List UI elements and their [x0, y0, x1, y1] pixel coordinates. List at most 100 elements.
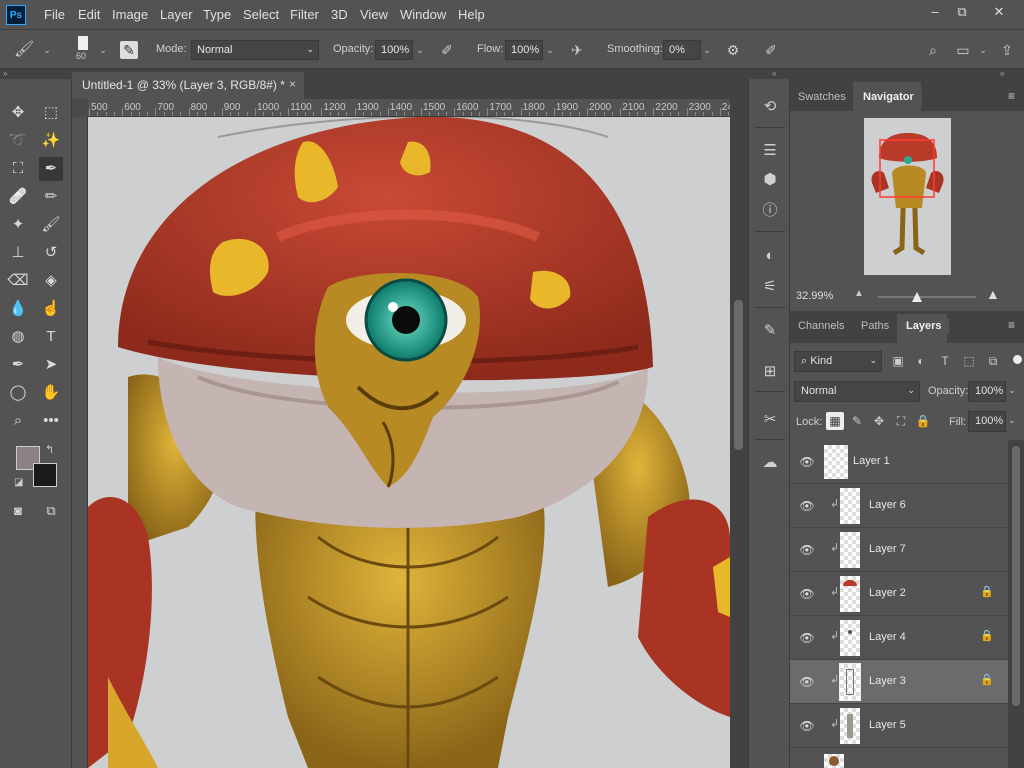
brush-size-preview[interactable]: 60: [76, 36, 90, 62]
move-tool-icon[interactable]: ✥: [6, 101, 30, 125]
layer-filter-select[interactable]: ⌕ Kind ⌄: [794, 351, 882, 372]
tab-channels[interactable]: Channels: [790, 318, 852, 334]
eraser-tool-icon[interactable]: ⌫: [6, 269, 30, 293]
dodge-tool-icon[interactable]: ◍: [6, 325, 30, 349]
menu-edit[interactable]: Edit: [78, 7, 100, 22]
ellipse-tool-icon[interactable]: ◯: [6, 381, 30, 405]
3d-icon[interactable]: ⬢: [758, 168, 782, 192]
brushes-icon[interactable]: ✎: [758, 319, 782, 343]
lock-position-icon[interactable]: ✥: [870, 412, 888, 430]
default-colors-icon[interactable]: ◪: [14, 477, 23, 488]
filter-type-icon[interactable]: T: [936, 352, 954, 370]
close-window-button[interactable]: ✕: [988, 4, 1010, 22]
zoom-tool-icon[interactable]: ⌕: [6, 409, 30, 433]
document-canvas[interactable]: [88, 117, 730, 768]
collapse-strip-icon[interactable]: «: [772, 69, 776, 79]
workspace-icon[interactable]: ▭: [954, 41, 972, 59]
magic-wand-tool-icon[interactable]: ✨: [39, 129, 63, 153]
brush-preset-chevron-icon[interactable]: ⌄: [40, 40, 54, 60]
info-icon[interactable]: ⓘ: [758, 199, 782, 223]
menu-layer[interactable]: Layer: [160, 7, 193, 22]
minimize-button[interactable]: –: [924, 4, 946, 22]
visibility-eye-icon[interactable]: 👁: [799, 630, 815, 646]
filter-pixel-icon[interactable]: ▣: [889, 352, 907, 370]
lasso-tool-icon[interactable]: ➰: [6, 129, 30, 153]
brush-panel-toggle-icon[interactable]: ✎: [120, 41, 138, 59]
zoom-out-icon[interactable]: ▲: [854, 288, 864, 299]
airbrush-icon[interactable]: ✈: [568, 41, 586, 59]
gear-icon[interactable]: ⚙: [724, 41, 742, 59]
opacity-chevron-icon[interactable]: ⌄: [1008, 385, 1016, 396]
blend-mode-select[interactable]: Normal ⌄: [794, 381, 920, 402]
layer-row[interactable]: 👁 ↲ Layer 3 🔒: [790, 660, 1008, 704]
layer-row[interactable]: 👁 ↲ Layer 2 🔒: [790, 572, 1008, 616]
menu-file[interactable]: File: [44, 7, 65, 22]
flow-input[interactable]: 100%: [505, 40, 543, 60]
brush-size-chevron-icon[interactable]: ⌄: [96, 40, 110, 60]
layer-row[interactable]: 👁 ↲ Layer 7: [790, 528, 1008, 572]
crop-tool-icon[interactable]: ⛶: [6, 157, 30, 181]
lock-all-icon[interactable]: 🔒: [914, 412, 932, 430]
smoothing-input[interactable]: 0%: [663, 40, 701, 60]
visibility-eye-icon[interactable]: 👁: [799, 586, 815, 602]
filter-adjustment-icon[interactable]: ◐: [912, 352, 930, 370]
lock-pixels-icon[interactable]: ✎: [848, 412, 866, 430]
paint-bucket-tool-icon[interactable]: ◈: [39, 269, 63, 293]
menu-type[interactable]: Type: [203, 7, 231, 22]
menu-filter[interactable]: Filter: [290, 7, 319, 22]
tab-layers[interactable]: Layers: [898, 318, 950, 334]
close-document-icon[interactable]: ×: [289, 77, 296, 91]
layer-row[interactable]: 👁 ↲ Layer 5: [790, 704, 1008, 748]
stamp-tool-icon[interactable]: ⊥: [6, 241, 30, 265]
collapse-panels-icon[interactable]: »: [1000, 69, 1004, 79]
flow-chevron-icon[interactable]: ⌄: [543, 40, 557, 60]
lock-transparency-icon[interactable]: ▦: [826, 412, 844, 430]
pencil-tool-icon[interactable]: ✏: [39, 185, 63, 209]
mode-select[interactable]: Normal ⌄: [191, 40, 319, 60]
visibility-eye-icon[interactable]: 👁: [799, 542, 815, 558]
panels-collapse-row[interactable]: « »: [748, 69, 1024, 79]
filter-smart-object-icon[interactable]: ⧉: [984, 352, 1002, 370]
brush-tool-icon[interactable]: 🖌: [39, 213, 63, 237]
healing-brush-tool-icon[interactable]: 🩹: [6, 185, 30, 209]
visibility-eye-icon[interactable]: 👁: [799, 718, 815, 734]
layer-opacity-input[interactable]: 100%: [968, 381, 1006, 402]
filter-toggle-icon[interactable]: [1013, 355, 1022, 364]
opacity-chevron-icon[interactable]: ⌄: [413, 40, 427, 60]
filter-shape-icon[interactable]: ⬚: [960, 352, 978, 370]
smoothing-chevron-icon[interactable]: ⌄: [700, 40, 714, 60]
hand-tool-icon[interactable]: ✋: [39, 381, 63, 405]
smudge-tool-icon[interactable]: ☝: [39, 297, 63, 321]
history-brush-tool-icon[interactable]: ↺: [39, 241, 63, 265]
clone-source-icon[interactable]: ⊞: [758, 360, 782, 384]
workspace-chevron-icon[interactable]: ⌄: [976, 40, 990, 60]
libraries-icon[interactable]: ☁: [758, 451, 782, 475]
tab-navigator[interactable]: Navigator: [855, 89, 922, 105]
menu-3d[interactable]: 3D: [331, 7, 348, 22]
background-color-swatch[interactable]: [33, 463, 57, 487]
tool-presets-icon[interactable]: ✂: [758, 408, 782, 432]
blur-tool-icon[interactable]: 💧: [6, 297, 30, 321]
menu-image[interactable]: Image: [112, 7, 148, 22]
opacity-input[interactable]: 100%: [375, 40, 413, 60]
layer-row[interactable]: 👁 Layer 1: [790, 440, 1008, 484]
pen-tool-icon[interactable]: ✒: [6, 353, 30, 377]
fill-input[interactable]: 100%: [968, 411, 1006, 432]
navigator-thumbnail[interactable]: [864, 118, 951, 275]
layer-row[interactable]: [790, 748, 1008, 768]
pressure-size-icon[interactable]: ✐: [762, 41, 780, 59]
layer-row[interactable]: 👁 ↲ Layer 4 🔒: [790, 616, 1008, 660]
pressure-opacity-icon[interactable]: ✐: [438, 41, 456, 59]
navigator-menu-icon[interactable]: ≡: [1008, 89, 1018, 103]
canvas-scroll-thumb[interactable]: [734, 300, 743, 450]
menu-help[interactable]: Help: [458, 7, 485, 22]
navigator-zoom-value[interactable]: 32.99%: [796, 290, 833, 302]
swap-colors-icon[interactable]: ↰: [45, 443, 54, 456]
zoom-in-icon[interactable]: ▲: [986, 286, 1000, 302]
layers-menu-icon[interactable]: ≡: [1008, 318, 1018, 332]
tab-swatches[interactable]: Swatches: [790, 89, 854, 105]
visibility-eye-icon[interactable]: 👁: [799, 674, 815, 690]
menu-view[interactable]: View: [360, 7, 388, 22]
history-icon[interactable]: ⟲: [758, 95, 782, 119]
tab-paths[interactable]: Paths: [853, 318, 897, 334]
